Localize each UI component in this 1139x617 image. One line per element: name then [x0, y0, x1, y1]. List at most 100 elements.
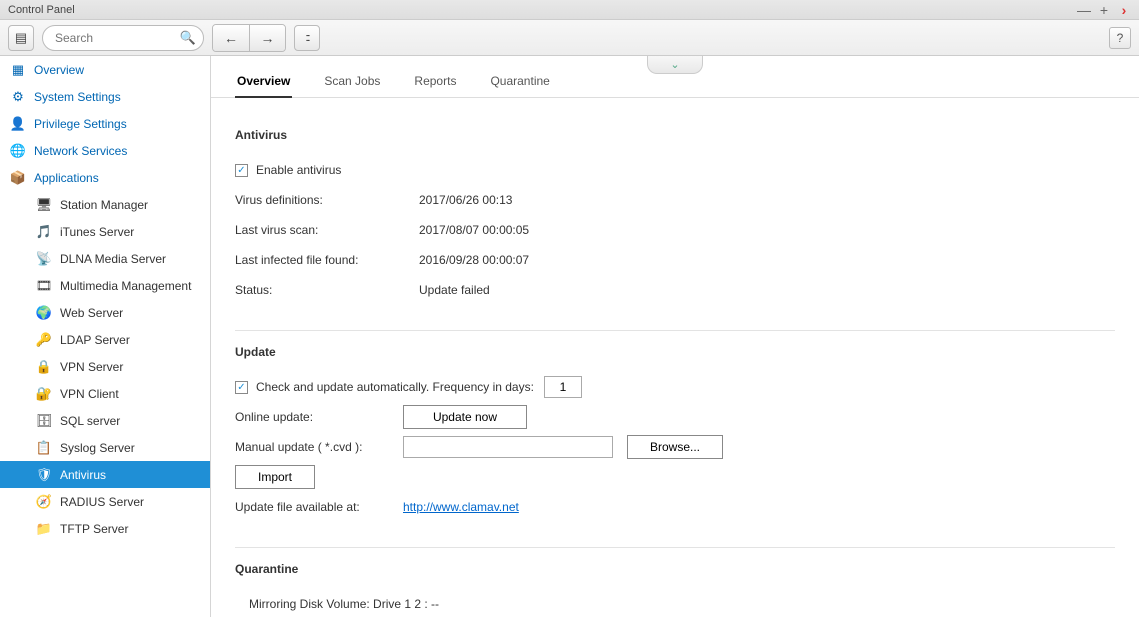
sidebar-item-label: Web Server [60, 306, 123, 320]
sidebar-icon: 🖥 [36, 197, 52, 213]
sidebar-item-station-manager[interactable]: 🖥 Station Manager [0, 191, 210, 218]
sidebar-item-label: Privilege Settings [34, 117, 127, 131]
window-title: Control Panel [8, 4, 75, 16]
quarantine-mirror-text: Mirroring Disk Volume: Drive 1 2 : -- [249, 597, 439, 611]
toolbar: ▤ 🔍 ← → ::: ? [0, 20, 1139, 56]
sidebar-item-multimedia-management[interactable]: 🎞 Multimedia Management [0, 272, 210, 299]
grid-view-button[interactable]: ::: [294, 25, 320, 51]
update-now-button[interactable]: Update now [403, 405, 527, 429]
tab-scan-jobs[interactable]: Scan Jobs [322, 68, 382, 97]
last-scan-value: 2017/08/07 00:00:05 [419, 223, 529, 237]
sidebar-item-overview[interactable]: ▦ Overview [0, 56, 210, 83]
sidebar-item-label: DLNA Media Server [60, 252, 166, 266]
sidebar-item-label: Network Services [34, 144, 127, 158]
sidebar-item-label: Overview [34, 63, 84, 77]
sidebar-icon: 📋 [36, 440, 52, 456]
sidebar-item-dlna-media-server[interactable]: 📡 DLNA Media Server [0, 245, 210, 272]
manual-update-path-input[interactable] [403, 436, 613, 458]
content-pane: ⌄ OverviewScan JobsReportsQuarantine Ant… [211, 56, 1139, 617]
forward-button[interactable]: → [249, 25, 285, 51]
sidebar-item-label: Syslog Server [60, 441, 135, 455]
section-update-heading: Update [235, 345, 1115, 359]
virus-definitions-label: Virus definitions: [235, 193, 419, 207]
sidebar-icon: 📁 [36, 521, 52, 537]
sidebar-toggle-button[interactable]: ▤ [8, 25, 34, 51]
sidebar-icon: 👤 [10, 116, 26, 132]
sidebar-icon: 🎵 [36, 224, 52, 240]
help-button[interactable]: ? [1109, 27, 1131, 49]
sidebar-icon: 🔒 [36, 359, 52, 375]
tab-reports[interactable]: Reports [412, 68, 458, 97]
sidebar-icon: 🗄 [36, 413, 52, 429]
search-icon: 🔍 [180, 30, 196, 46]
sidebar-item-network-services[interactable]: 🌐 Network Services [0, 137, 210, 164]
manual-update-label: Manual update ( *.cvd ): [235, 440, 403, 454]
sidebar-item-label: SQL server [60, 414, 120, 428]
sidebar-item-label: LDAP Server [60, 333, 130, 347]
browse-button[interactable]: Browse... [627, 435, 723, 459]
search-box: 🔍 [42, 25, 204, 51]
sidebar-item-label: Station Manager [60, 198, 148, 212]
sidebar-icon: 🔑 [36, 332, 52, 348]
divider [235, 547, 1115, 548]
maximize-button[interactable]: + [1097, 3, 1111, 17]
panel-collapse-handle[interactable]: ⌄ [647, 56, 703, 74]
sidebar-item-applications[interactable]: 📦 Applications [0, 164, 210, 191]
sidebar-item-tftp-server[interactable]: 📁 TFTP Server [0, 515, 210, 542]
tab-quarantine[interactable]: Quarantine [488, 68, 551, 97]
sidebar-item-label: Antivirus [60, 468, 106, 482]
sidebar-item-antivirus[interactable]: 🛡 Antivirus [0, 461, 210, 488]
section-quarantine-heading: Quarantine [235, 562, 1115, 576]
sidebar-icon: ⚙ [10, 89, 26, 105]
divider [235, 330, 1115, 331]
last-scan-label: Last virus scan: [235, 223, 419, 237]
sidebar-item-label: VPN Server [60, 360, 123, 374]
enable-antivirus-label: Enable antivirus [256, 163, 341, 177]
clamav-link[interactable]: http://www.clamav.net [403, 500, 519, 514]
sidebar-item-syslog-server[interactable]: 📋 Syslog Server [0, 434, 210, 461]
sidebar-item-label: System Settings [34, 90, 121, 104]
sidebar-item-label: RADIUS Server [60, 495, 144, 509]
back-button[interactable]: ← [213, 25, 249, 51]
close-button[interactable]: › [1117, 3, 1131, 17]
sidebar-item-system-settings[interactable]: ⚙ System Settings [0, 83, 210, 110]
sidebar-item-label: VPN Client [60, 387, 119, 401]
status-label: Status: [235, 283, 419, 297]
sidebar-item-vpn-server[interactable]: 🔒 VPN Server [0, 353, 210, 380]
tab-overview[interactable]: Overview [235, 68, 292, 98]
auto-update-checkbox[interactable] [235, 381, 248, 394]
sidebar-item-sql-server[interactable]: 🗄 SQL server [0, 407, 210, 434]
status-value: Update failed [419, 283, 490, 297]
sidebar-item-radius-server[interactable]: 🧭 RADIUS Server [0, 488, 210, 515]
sidebar-item-label: Multimedia Management [60, 279, 191, 293]
last-infected-value: 2016/09/28 00:00:07 [419, 253, 529, 267]
minimize-button[interactable]: — [1077, 3, 1091, 17]
titlebar: Control Panel — + › [0, 0, 1139, 20]
nav-buttons: ← → [212, 24, 286, 52]
sidebar-item-privilege-settings[interactable]: 👤 Privilege Settings [0, 110, 210, 137]
auto-update-label: Check and update automatically. Frequenc… [256, 380, 534, 394]
last-infected-label: Last infected file found: [235, 253, 419, 267]
sidebar-item-itunes-server[interactable]: 🎵iTunes Server [0, 218, 210, 245]
sidebar-item-label: Applications [34, 171, 99, 185]
virus-definitions-value: 2017/06/26 00:13 [419, 193, 512, 207]
sidebar-icon: 🔐 [36, 386, 52, 402]
sidebar-item-label: TFTP Server [60, 522, 128, 536]
sidebar-icon: 🌐 [10, 143, 26, 159]
sidebar-icon: 🌍 [36, 305, 52, 321]
online-update-label: Online update: [235, 410, 403, 424]
update-available-label: Update file available at: [235, 500, 403, 514]
sidebar-icon: ▦ [10, 62, 26, 78]
sidebar-icon: 🧭 [36, 494, 52, 510]
sidebar-item-vpn-client[interactable]: 🔐 VPN Client [0, 380, 210, 407]
sidebar-icon: 📡 [36, 251, 52, 267]
enable-antivirus-checkbox[interactable] [235, 164, 248, 177]
sidebar-icon: 📦 [10, 170, 26, 186]
sidebar-item-web-server[interactable]: 🌍 Web Server [0, 299, 210, 326]
sidebar-icon: 🎞 [36, 278, 52, 294]
sidebar-item-ldap-server[interactable]: 🔑 LDAP Server [0, 326, 210, 353]
import-button[interactable]: Import [235, 465, 315, 489]
update-frequency-input[interactable] [544, 376, 582, 398]
sidebar: ▦ Overview ⚙ System Settings 👤 Privilege Sett… [0, 56, 211, 617]
sidebar-icon: 🛡 [36, 467, 52, 483]
